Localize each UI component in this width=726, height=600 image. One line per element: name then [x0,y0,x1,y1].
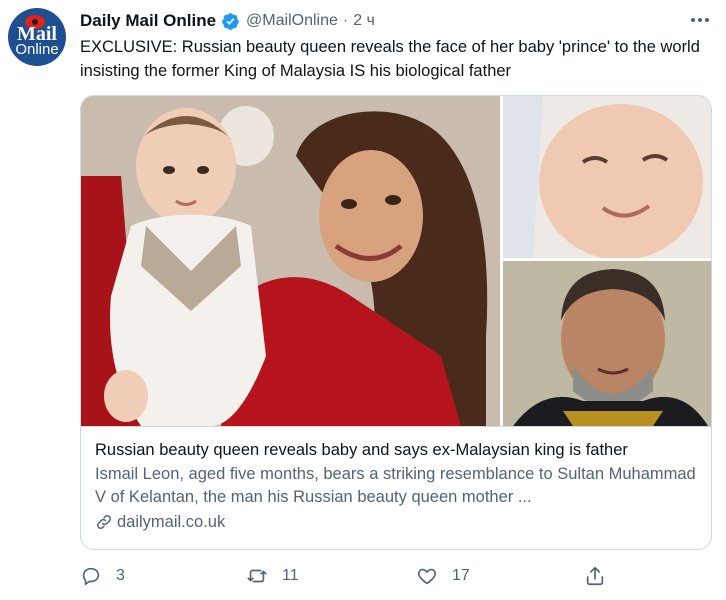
card-title: Russian beauty queen reveals baby and sa… [95,441,628,459]
avatar[interactable]: Mail Online [8,8,66,66]
like-count: 17 [452,567,470,584]
card-domain-row: dailymail.co.uk [95,511,701,533]
tweet-actions: 3 11 17 [80,563,620,589]
card-image-former-king[interactable] [503,261,711,426]
separator-dot: · [342,12,349,29]
share-icon [586,566,604,586]
card-media[interactable] [81,96,711,426]
tweet-timestamp[interactable]: 2 ч [353,12,375,30]
link-icon [96,514,112,530]
like-button[interactable]: 17 [416,563,470,589]
retweet-icon [247,569,267,583]
author-handle[interactable]: @MailOnline [246,12,338,30]
card-description: Ismail Leon, aged five months, bears a s… [95,465,696,506]
retweet-count: 11 [282,567,299,584]
avatar-logo-text-online: Online [15,41,59,58]
verified-badge-icon [222,12,239,30]
more-dots-icon[interactable] [686,8,714,32]
share-button[interactable] [584,563,606,589]
author-name[interactable]: Daily Mail Online [80,11,216,31]
retweet-button[interactable]: 11 [246,563,299,589]
tweet[interactable]: Mail Online Daily Mail Online @MailOnlin… [0,0,726,600]
reply-button[interactable]: 3 [80,563,125,589]
card-image-mother-and-baby[interactable] [81,96,500,426]
card-domain: dailymail.co.uk [117,513,226,531]
link-card[interactable]: Russian beauty queen reveals baby and sa… [80,95,712,550]
tweet-text: EXCLUSIVE: Russian beauty queen reveals … [80,38,700,80]
card-image-baby-closeup[interactable] [503,96,711,258]
reply-icon [82,567,100,586]
card-body[interactable]: Russian beauty queen reveals baby and sa… [81,426,711,549]
reply-count: 3 [116,567,125,584]
like-icon [417,568,437,585]
tweet-header: Daily Mail Online @MailOnline · 2 ч [80,10,375,32]
